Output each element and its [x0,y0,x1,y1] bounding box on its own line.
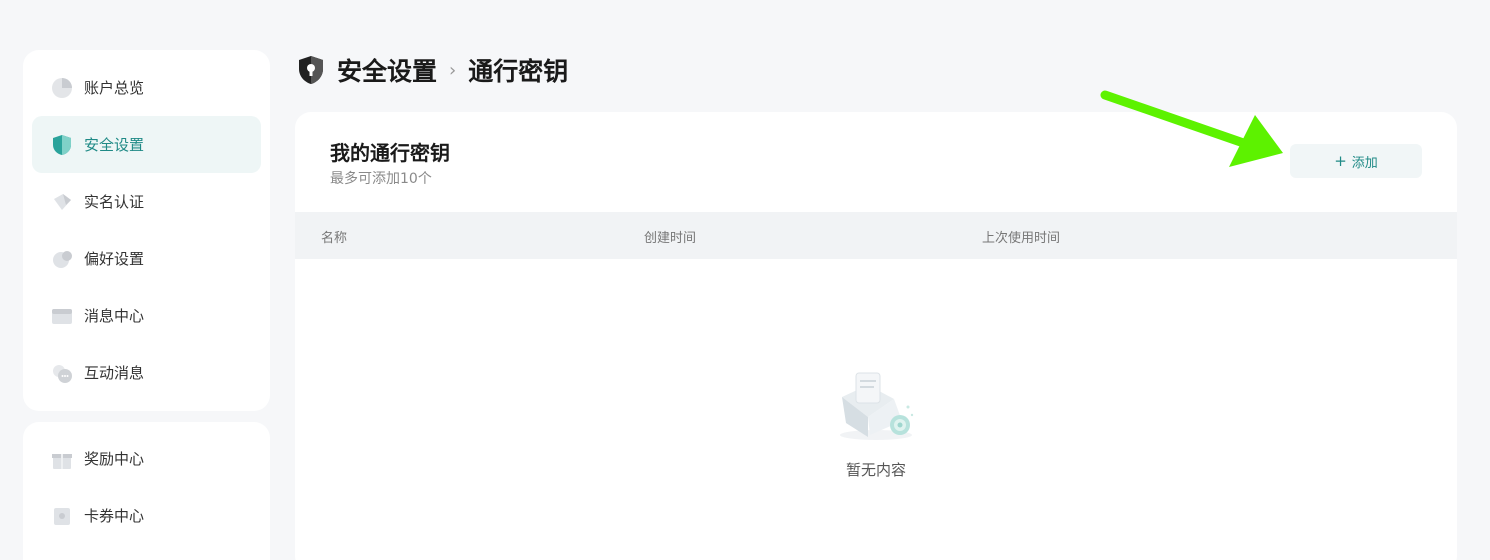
shield-icon [50,133,74,157]
inbox-icon [50,304,74,328]
plus-icon: + [1334,152,1347,170]
sidebar-item-coupon-center[interactable]: 卡券中心 [32,487,261,544]
coupon-icon [50,504,74,528]
sidebar-item-label: 消息中心 [84,307,145,325]
empty-box-icon [832,371,920,447]
column-header-created-time: 创建时间 [644,231,697,246]
sidebar-secondary: 奖励中心 卡券中心 [23,422,270,560]
breadcrumb-parent[interactable]: 安全设置 [337,52,437,88]
column-header-last-used-time: 上次使用时间 [982,231,1061,246]
gift-icon [50,447,74,471]
breadcrumb-current: 通行密钥 [468,57,569,86]
table-header: 名称 创建时间 上次使用时间 [295,212,1457,259]
sidebar-item-real-name[interactable]: 实名认证 [32,173,261,230]
passkeys-card: 我的通行密钥 最多可添加10个 + 添加 名称 创建时间 上次使用时间 暂无内容 [295,112,1457,560]
sidebar-item-account-overview[interactable]: 账户总览 [32,59,261,116]
preferences-icon [50,247,74,271]
empty-state-text: 暂无内容 [845,461,906,479]
annotation-arrow-icon [1100,90,1283,167]
id-card-icon [50,190,74,214]
shield-icon [297,55,327,85]
sidebar-item-label: 卡券中心 [84,507,145,525]
sidebar-primary: 账户总览 安全设置 实名认证 偏好设置 消息中心 互动消息 [23,50,270,411]
sidebar-item-preferences[interactable]: 偏好设置 [32,230,261,287]
sidebar-item-label: 账户总览 [84,79,145,97]
passkeys-title: 我的通行密钥 [330,141,450,165]
column-header-name: 名称 [321,231,348,246]
sidebar-item-label: 实名认证 [84,193,145,211]
breadcrumb-separator: › [449,59,457,81]
sidebar-item-label: 互动消息 [84,364,145,382]
add-button-label: 添加 [1351,155,1378,171]
sidebar-item-interaction-messages[interactable]: 互动消息 [32,344,261,401]
add-passkey-button[interactable]: + 添加 [1290,144,1422,178]
sidebar-item-reward-center[interactable]: 奖励中心 [32,430,261,487]
chat-bubble-icon [50,361,74,385]
pie-chart-icon [50,76,74,100]
sidebar-item-label: 奖励中心 [84,450,145,468]
sidebar-item-message-center[interactable]: 消息中心 [32,287,261,344]
passkeys-subtitle: 最多可添加10个 [330,171,432,187]
sidebar-item-security-settings[interactable]: 安全设置 [32,116,261,173]
sidebar-item-label: 偏好设置 [84,250,145,268]
empty-state: 暂无内容 [295,259,1457,559]
breadcrumb: 安全设置 › 通行密钥 [297,52,568,88]
sidebar-item-label: 安全设置 [84,136,145,154]
